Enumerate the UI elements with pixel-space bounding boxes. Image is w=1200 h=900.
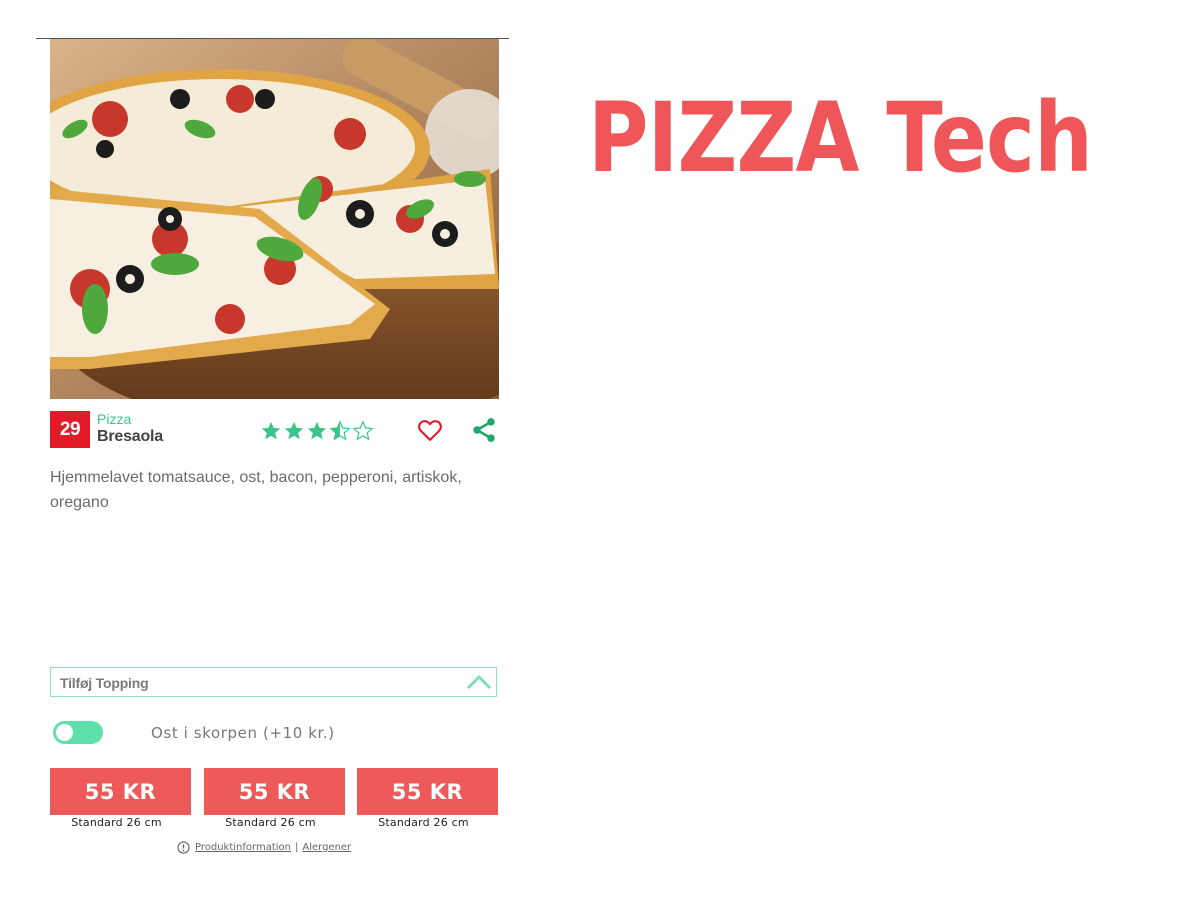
product-image [50,39,499,399]
product-header: 29 Pizza Bresaola [50,411,499,451]
star-full-icon[interactable] [283,420,305,442]
product-category: Pizza [97,411,132,427]
size-price-button[interactable]: 55 KR [50,768,191,815]
product-number-badge: 29 [50,411,90,448]
product-name-block: Pizza Bresaola [97,411,163,445]
toggle-knob [56,724,73,741]
star-full-icon[interactable] [260,420,282,442]
size-label: Standard 26 cm [378,816,469,829]
brand-title: PIZZA Tech [588,82,1093,194]
product-info-link[interactable]: Produktinformation [195,842,291,853]
add-topping-toggle[interactable]: Tilføj Topping [50,667,497,697]
cheese-crust-toggle[interactable] [53,721,103,744]
star-empty-icon[interactable] [352,420,374,442]
product-name: Bresaola [97,428,163,445]
star-full-icon[interactable] [306,420,328,442]
page: 29 Pizza Bresaola Hjemmelavet tomatsauce… [0,0,1200,900]
rating-stars[interactable] [260,420,374,444]
heart-icon[interactable] [416,416,444,444]
product-description: Hjemmelavet tomatsauce, ost, bacon, pepp… [50,469,462,511]
size-label: Standard 26 cm [71,816,162,829]
star-half-icon[interactable] [329,420,351,442]
size-price-button[interactable]: 55 KR [204,768,345,815]
size-label: Standard 26 cm [225,816,316,829]
product-footer-links: Produktinformation | Alergener [177,841,351,854]
chevron-up-icon[interactable] [465,671,493,693]
info-icon [177,841,190,854]
link-separator: | [294,842,299,853]
size-price-button[interactable]: 55 KR [357,768,498,815]
share-icon[interactable] [470,416,498,444]
cheese-crust-label: Ost i skorpen (+10 kr.) [151,724,335,742]
allergens-link[interactable]: Alergener [302,842,351,853]
add-topping-label: Tilføj Topping [60,675,149,691]
